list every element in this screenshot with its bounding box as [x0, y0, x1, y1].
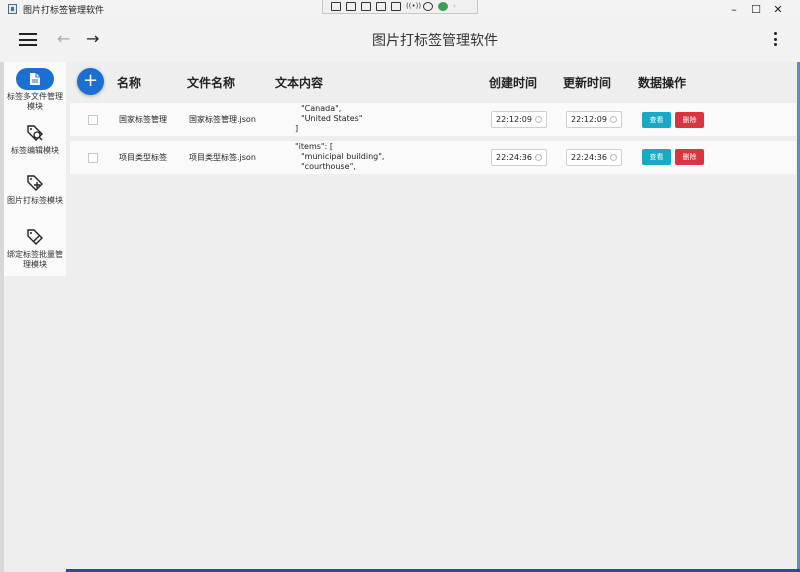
header-name: 名称: [117, 76, 142, 90]
sidebar-item-bind-batch[interactable]: 绑定标签批量管理模块: [4, 226, 66, 270]
sidebar-item-label: 标签编辑模块: [11, 146, 59, 155]
row-checkbox[interactable]: [88, 115, 98, 125]
view-button[interactable]: 查看: [642, 112, 671, 128]
tag-plus-icon: [16, 172, 54, 194]
content-line: ]: [295, 124, 299, 133]
sidebar-item-tag-edit[interactable]: 标签编辑模块: [4, 122, 66, 156]
table-row: 国家标签管理 国家标签管理.json "Canada", "United Sta…: [70, 103, 796, 136]
row-filename: 项目类型标签.json: [189, 153, 256, 162]
sidebar-item-label: 绑定标签批量管理模块: [7, 250, 63, 269]
delete-button[interactable]: 删除: [675, 149, 704, 165]
check-icon[interactable]: [438, 2, 448, 11]
main-content: + 名称 文件名称 文本内容 创建时间 更新时间 数据操作 国家标签管理 国家标…: [66, 62, 800, 572]
header-content: 文本内容: [275, 76, 324, 90]
row-content: "items": [ "municipal building", "courth…: [295, 141, 480, 174]
tag-search-icon: [16, 122, 54, 144]
updated-time-value: 22:24:36: [571, 153, 607, 162]
cast-icon[interactable]: [361, 2, 371, 11]
screenshot-icon[interactable]: [331, 2, 341, 11]
row-checkbox[interactable]: [88, 153, 98, 163]
created-time-value: 22:12:09: [496, 115, 532, 124]
row-name: 国家标签管理: [119, 115, 167, 124]
audio-icon[interactable]: ((•)): [406, 2, 421, 11]
row-filename: 国家标签管理.json: [189, 115, 256, 124]
crop-icon[interactable]: [391, 2, 401, 11]
capture-toolbar: ((•)) ‹: [322, 0, 478, 14]
sidebar-item-label: 图片打标签模块: [7, 196, 63, 205]
app-bar: ← → 图片打标签管理软件: [0, 18, 800, 62]
content-line: "Canada",: [301, 104, 342, 113]
content-line: "municipal building",: [301, 152, 385, 161]
delete-button[interactable]: 删除: [675, 112, 704, 128]
record-icon[interactable]: [346, 2, 356, 11]
sidebar-item-file-manage[interactable]: 标签多文件管理模块: [4, 68, 66, 112]
sidebar-item-image-tag[interactable]: 图片打标签模块: [4, 172, 66, 206]
updated-time-field[interactable]: 22:12:09: [566, 111, 622, 128]
updated-time-field[interactable]: 22:24:36: [566, 149, 622, 166]
app-window: 图片打标签管理软件 – ☐ ✕ ((•)) ‹ ← → 图片打标签管理软件 标签…: [0, 0, 800, 572]
header-updated: 更新时间: [563, 76, 612, 90]
view-button[interactable]: 查看: [642, 149, 671, 165]
more-options-icon[interactable]: [773, 32, 777, 46]
table-row: 项目类型标签 项目类型标签.json "items": [ "municipal…: [70, 141, 796, 174]
created-time-field[interactable]: 22:12:09: [491, 111, 547, 128]
sidebar-item-label: 标签多文件管理模块: [7, 92, 63, 111]
content-line: "United States": [301, 114, 363, 123]
close-button[interactable]: ✕: [756, 0, 800, 18]
tag-edit-icon: [16, 226, 54, 248]
window-title: 图片打标签管理软件: [23, 5, 105, 16]
accessibility-icon[interactable]: [423, 2, 433, 11]
created-time-value: 22:24:36: [496, 153, 532, 162]
row-content: "Canada", "United States" ]: [295, 103, 480, 136]
header-filename: 文件名称: [187, 76, 236, 90]
updated-time-value: 22:12:09: [571, 115, 607, 124]
document-icon: [16, 68, 54, 90]
created-time-field[interactable]: 22:24:36: [491, 149, 547, 166]
window-icon[interactable]: [376, 2, 386, 11]
clock-icon: [535, 154, 542, 161]
header-created: 创建时间: [489, 76, 538, 90]
clock-icon: [535, 116, 542, 123]
clock-icon: [610, 116, 617, 123]
content-line: "items": [: [295, 142, 333, 151]
collapse-icon[interactable]: ‹: [453, 2, 465, 11]
sidebar: 标签多文件管理模块 标签编辑模块 图片打标签模块 绑定标签批量管理模块: [4, 62, 66, 276]
row-name: 项目类型标签: [119, 153, 167, 162]
clock-icon: [610, 154, 617, 161]
content-line: "courthouse",: [301, 162, 356, 171]
app-icon: [8, 4, 17, 14]
header-actions: 数据操作: [638, 76, 687, 90]
add-button[interactable]: +: [77, 68, 104, 95]
page-title: 图片打标签管理软件: [372, 33, 498, 49]
